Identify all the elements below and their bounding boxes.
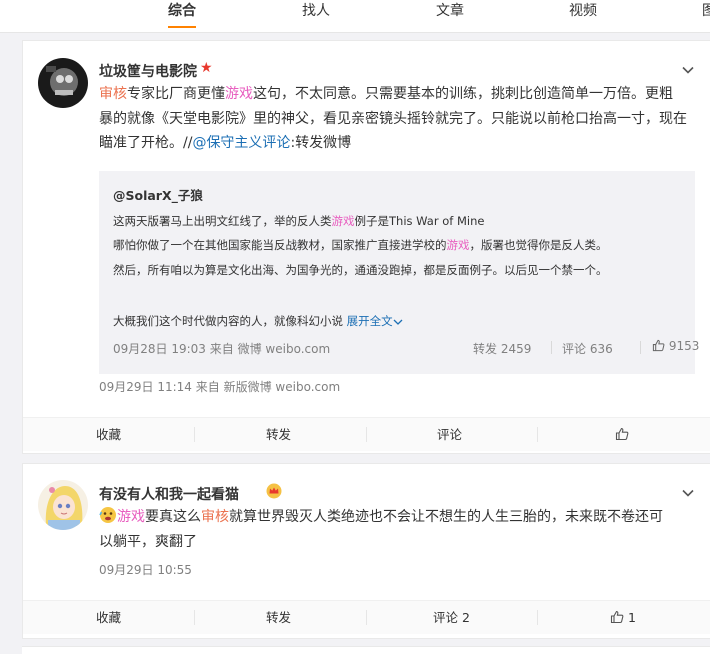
from-label: 来自 [209, 342, 234, 356]
action-bar: 收藏 转发 评论 2 1 [23, 600, 710, 634]
divider [537, 610, 538, 625]
post-source[interactable]: 新版微博 weibo.com [224, 380, 341, 394]
text-segment: 瞄准了开枪。// [99, 135, 193, 151]
repost-text-line: 然后，所有咱以为算是文化出海、为国争光的，通通没跑掉，都是反面例子。以后见一个禁… [113, 263, 608, 277]
repost-source[interactable]: 微博 weibo.com [238, 342, 331, 356]
post-text: 游戏要真这么审核就算世界毁灭人类绝迹也不会让不想生的人生三胎的，未来既不卷还可 … [99, 505, 695, 554]
post-text: 审核专家比厂商更懂游戏这句，不太同意。只需要基本的训练，挑刺比创造简单一万倍。更… [99, 82, 695, 156]
like-count: 1 [627, 610, 636, 625]
star-badge-icon: ★ [200, 60, 213, 76]
repost-time[interactable]: 09月28日 19:03 [113, 342, 206, 356]
keyword-link[interactable]: 审核 [99, 86, 127, 102]
favorite-button[interactable]: 收藏 [96, 601, 121, 634]
repost-text-line: 哪怕你做了一个在其他国家能当反战教材，国家推广直接进学校的游戏，版署也觉得你是反… [113, 237, 608, 253]
mention-link[interactable]: @保守主义评论 [192, 135, 290, 151]
keyword-link[interactable]: 游戏 [117, 509, 145, 525]
keyword-link[interactable]: 游戏 [332, 214, 355, 228]
like-button[interactable] [615, 427, 629, 442]
text-segment: 这句，不太同意。只需要基本的训练，挑刺比创造简单一万倍。更粗 [253, 86, 673, 102]
like-button[interactable]: 1 [610, 601, 636, 634]
from-label: 来自 [195, 380, 220, 394]
text-segment: 哪怕你做了一个在其他国家能当反战教材，国家推广直接进学校的 [113, 238, 447, 252]
avatar[interactable] [38, 480, 88, 530]
text-segment: 这两天版署马上出明文红线了，举的反人类 [113, 214, 332, 228]
repost-text-line: 这两天版署马上出明文红线了，举的反人类游戏例子是This War of Mine [113, 213, 484, 229]
keyword-link[interactable]: 游戏 [225, 86, 253, 102]
repost-count[interactable]: 转发 2459 [473, 340, 531, 357]
avatar[interactable] [38, 58, 88, 108]
text-segment: 以躺平，爽翻了 [99, 533, 197, 550]
action-bar: 收藏 转发 评论 [23, 417, 710, 451]
username[interactable]: 有没有人和我一起看猫 [99, 484, 239, 504]
emoji-icon [99, 507, 116, 523]
post-card: 垃圾筐与电影院 ★ 审核专家比厂商更懂游戏这句，不太同意。只需要基本的训练，挑刺… [22, 40, 710, 454]
repost-text-line: 大概我们这个时代做内容的人，就像科幻小说 展开全文 [113, 313, 403, 329]
crown-badge-icon [266, 483, 282, 499]
divider [640, 341, 641, 354]
repost-username[interactable]: @SolarX_子狼 [113, 185, 203, 204]
favorite-button[interactable]: 收藏 [96, 418, 121, 451]
divider [366, 427, 367, 442]
divider [194, 610, 195, 625]
divider [194, 427, 195, 442]
repost-meta: 09月28日 19:03 来自 微博 weibo.com [113, 340, 330, 357]
keyword-link[interactable]: 审核 [201, 509, 229, 525]
keyword-link[interactable]: 游戏 [447, 238, 470, 252]
like-count: 9153 [668, 339, 700, 353]
divider [537, 427, 538, 442]
text-segment: 暴的就像《天堂电影院》里的神父，看见亲密镜头摇铃就完了。只能说以前枪口抬高一寸，… [99, 110, 687, 127]
comment-count[interactable]: 评论 636 [562, 340, 613, 357]
text-segment: 例子是This War of Mine [354, 214, 485, 228]
comment-button[interactable]: 评论 2 [433, 601, 470, 634]
thumbs-up-icon [610, 610, 624, 624]
tab-images[interactable]: 图 [702, 2, 710, 26]
search-tabs: 综合 找人 文章 视频 图 [0, 0, 710, 33]
expand-full-text-link[interactable]: 展开全文 [347, 314, 403, 328]
text-segment: :转发微博 [290, 135, 352, 151]
chevron-down-icon[interactable] [681, 486, 695, 500]
text-segment: 就算世界毁灭人类绝迹也不会让不想生的人生三胎的，未来既不卷还可 [229, 509, 663, 525]
post-time[interactable]: 09月29日 11:14 [99, 380, 192, 394]
divider [366, 610, 367, 625]
thumbs-up-icon [652, 339, 665, 352]
tab-articles[interactable]: 文章 [436, 2, 464, 26]
repost-box: @SolarX_子狼 这两天版署马上出明文红线了，举的反人类游戏例子是This … [99, 171, 699, 374]
text-segment: 大概我们这个时代做内容的人，就像科幻小说 [113, 314, 343, 328]
divider [551, 341, 552, 354]
text-segment: ，版署也觉得你是反人类。 [469, 238, 608, 252]
repost-like-button[interactable]: 9153 [652, 339, 699, 353]
tab-comprehensive[interactable]: 综合 [168, 2, 196, 28]
repost-button[interactable]: 转发 [266, 601, 291, 634]
chevron-down-icon [393, 319, 403, 325]
comment-button[interactable]: 评论 [437, 418, 462, 451]
tab-videos[interactable]: 视频 [569, 2, 597, 26]
chevron-down-icon[interactable] [681, 63, 695, 77]
username[interactable]: 垃圾筐与电影院 [99, 61, 197, 81]
text-segment: 专家比厂商更懂 [127, 86, 225, 102]
tab-people[interactable]: 找人 [302, 2, 330, 26]
text-segment: 要真这么 [145, 509, 201, 525]
post-meta: 09月29日 11:14 来自 新版微博 weibo.com [99, 378, 340, 395]
post-card: 有没有人和我一起看猫 游戏要真这么审核就算世界毁灭人类绝迹也不会让不想生的人生三… [22, 463, 710, 639]
post-time[interactable]: 09月29日 10:55 [99, 561, 192, 578]
repost-button[interactable]: 转发 [266, 418, 291, 451]
thumbs-up-icon [615, 427, 629, 441]
